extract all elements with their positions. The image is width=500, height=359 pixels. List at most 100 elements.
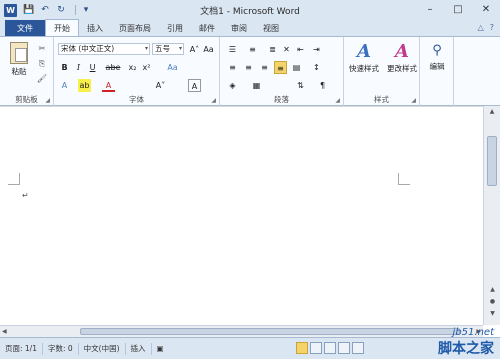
full-screen-reading-icon[interactable] [310, 342, 322, 354]
tab-mailings[interactable]: 邮件 [191, 20, 223, 36]
underline-button[interactable]: U [86, 61, 99, 74]
undo-icon[interactable]: ↶ [39, 4, 51, 16]
shrink-font-icon[interactable]: A˅ [154, 79, 167, 92]
numbering-icon[interactable]: ≡ [246, 43, 259, 56]
document-canvas[interactable]: ↵ [0, 106, 483, 325]
styles-launcher-icon[interactable]: ◢ [411, 97, 416, 104]
italic-button[interactable]: I [72, 61, 85, 74]
group-paragraph: ☰ ≡ ≣ ⇤ ⇥ ≡ ≡ ≡ ≡ ▤ ↕ ◈ ▦ ✕ ⇅ ¶ 段落 ◢ [220, 37, 344, 106]
tab-home[interactable]: 开始 [45, 19, 79, 36]
quick-styles-button[interactable]: A 快速样式 [346, 41, 382, 74]
margin-corner-top-right [398, 173, 410, 185]
paste-label: 粘贴 [11, 67, 27, 76]
bullets-icon[interactable]: ☰ [226, 43, 239, 56]
tab-view[interactable]: 视图 [255, 20, 287, 36]
decrease-indent-icon[interactable]: ⇤ [294, 43, 307, 56]
redo-icon[interactable]: ↻ [55, 4, 67, 16]
align-right-icon[interactable]: ≡ [258, 61, 271, 74]
status-bar: 页面: 1/1 字数: 0 中文(中国) 插入 ▣ jb51.net 脚本之家 [0, 327, 500, 359]
strikethrough-button[interactable]: abe [104, 61, 122, 74]
sort-icon[interactable]: ⇅ [294, 79, 307, 92]
close-button[interactable]: ✕ [472, 0, 500, 20]
font-size-value: 五号 [155, 44, 170, 53]
distributed-icon[interactable]: ▤ [290, 61, 303, 74]
word-count[interactable]: 字数: 0 [43, 342, 79, 355]
highlight-color-icon[interactable]: ab [78, 79, 91, 92]
print-layout-icon[interactable] [296, 342, 308, 354]
macro-record-icon[interactable]: ▣ [152, 343, 169, 355]
paste-icon [10, 42, 28, 64]
vertical-scrollbar[interactable]: ▲ ▲ ● ▼ [483, 106, 500, 325]
change-styles-button[interactable]: A 更改样式 [384, 41, 420, 74]
clipboard-launcher-icon[interactable]: ◢ [45, 97, 50, 104]
quick-access-toolbar: 💾 ↶ ↻ ▾ [23, 4, 96, 16]
maximize-button[interactable]: □ [444, 0, 472, 20]
horizontal-scrollbar[interactable]: ◀ ▶ [0, 325, 483, 337]
group-label-font: 字体 [129, 95, 144, 104]
subscript-button[interactable]: x₂ [126, 61, 139, 74]
tab-review[interactable]: 审阅 [223, 20, 255, 36]
multilevel-list-icon[interactable]: ≣ [266, 43, 279, 56]
scroll-up-icon[interactable]: ▲ [484, 106, 500, 118]
tab-page-layout[interactable]: 页面布局 [111, 20, 159, 36]
horizontal-scroll-thumb[interactable] [80, 328, 460, 335]
site-watermark: jb51.net 脚本之家 [438, 327, 494, 358]
copy-icon[interactable]: ⎘ [36, 59, 48, 71]
tab-references[interactable]: 引用 [159, 20, 191, 36]
change-styles-label: 更改样式 [387, 64, 417, 73]
minimize-ribbon-icon[interactable]: △ [478, 23, 484, 32]
chevron-down-icon: ▾ [178, 45, 182, 52]
word-app-icon[interactable]: W [4, 3, 17, 17]
watermark-name: 脚本之家 [438, 341, 494, 357]
show-formatting-icon[interactable]: ¶ [316, 79, 329, 92]
font-launcher-icon[interactable]: ◢ [211, 97, 216, 104]
clipboard-small-buttons: ✂ ⎘ 🖌 [36, 44, 48, 89]
font-name-select[interactable]: 宋体 (中文正文) ▾ [58, 43, 150, 55]
save-icon[interactable]: 💾 [23, 4, 35, 16]
borders-icon[interactable]: ▦ [250, 79, 263, 92]
superscript-button[interactable]: x² [140, 61, 153, 74]
format-painter-icon[interactable]: 🖌 [36, 74, 48, 86]
title-bar: W 💾 ↶ ↻ ▾ 文档1 - Microsoft Word – □ ✕ [0, 0, 500, 20]
bold-button[interactable]: B [58, 61, 71, 74]
editing-button[interactable]: ⚲ 编辑 [422, 41, 452, 72]
font-size-select[interactable]: 五号 ▾ [152, 43, 184, 55]
next-page-icon[interactable]: ▼ [486, 310, 499, 320]
paste-button[interactable]: 粘贴 [6, 42, 32, 84]
shading-icon[interactable]: ◈ [226, 79, 239, 92]
quick-styles-label: 快速样式 [349, 64, 379, 73]
character-border-icon[interactable]: A [188, 79, 201, 92]
web-layout-icon[interactable] [324, 342, 336, 354]
language[interactable]: 中文(中国) [79, 342, 126, 355]
scroll-left-icon[interactable]: ◀ [2, 326, 7, 337]
line-spacing-icon[interactable]: ↕ [310, 61, 323, 74]
insert-mode[interactable]: 插入 [126, 342, 152, 355]
page-count[interactable]: 页面: 1/1 [0, 342, 43, 355]
customize-qat-icon[interactable]: ▾ [80, 4, 92, 16]
select-browse-icon[interactable]: ● [486, 298, 499, 308]
tab-file[interactable]: 文件 [5, 20, 45, 36]
chevron-down-icon: ▾ [144, 45, 148, 52]
font-color-icon[interactable]: A [102, 79, 115, 92]
outline-icon[interactable] [338, 342, 350, 354]
ribbon: 粘贴 ✂ ⎘ 🖌 剪贴板 ◢ 宋体 (中文正文) ▾ 五号 ▾ A˄ Aa B … [0, 36, 500, 106]
align-left-icon[interactable]: ≡ [226, 61, 239, 74]
prev-page-icon[interactable]: ▲ [486, 286, 499, 296]
grow-font-icon[interactable]: A˄ [188, 43, 201, 56]
vertical-scroll-thumb[interactable] [487, 136, 497, 186]
minimize-button[interactable]: – [416, 0, 444, 20]
draft-icon[interactable] [352, 342, 364, 354]
help-icon[interactable]: ? [490, 23, 494, 32]
quick-styles-icon: A [357, 41, 371, 62]
justify-icon[interactable]: ≡ [274, 61, 287, 74]
cut-icon[interactable]: ✂ [36, 44, 48, 56]
text-effects-icon[interactable]: A [58, 79, 71, 92]
align-center-icon[interactable]: ≡ [242, 61, 255, 74]
chinese-layout-icon[interactable]: ✕ [280, 43, 293, 56]
change-case-icon[interactable]: Aa [166, 61, 179, 74]
margin-corner-top-left [8, 173, 20, 185]
tab-insert[interactable]: 插入 [79, 20, 111, 36]
paragraph-launcher-icon[interactable]: ◢ [335, 97, 340, 104]
increase-indent-icon[interactable]: ⇥ [310, 43, 323, 56]
clear-formatting-icon[interactable]: Aa [202, 43, 215, 56]
